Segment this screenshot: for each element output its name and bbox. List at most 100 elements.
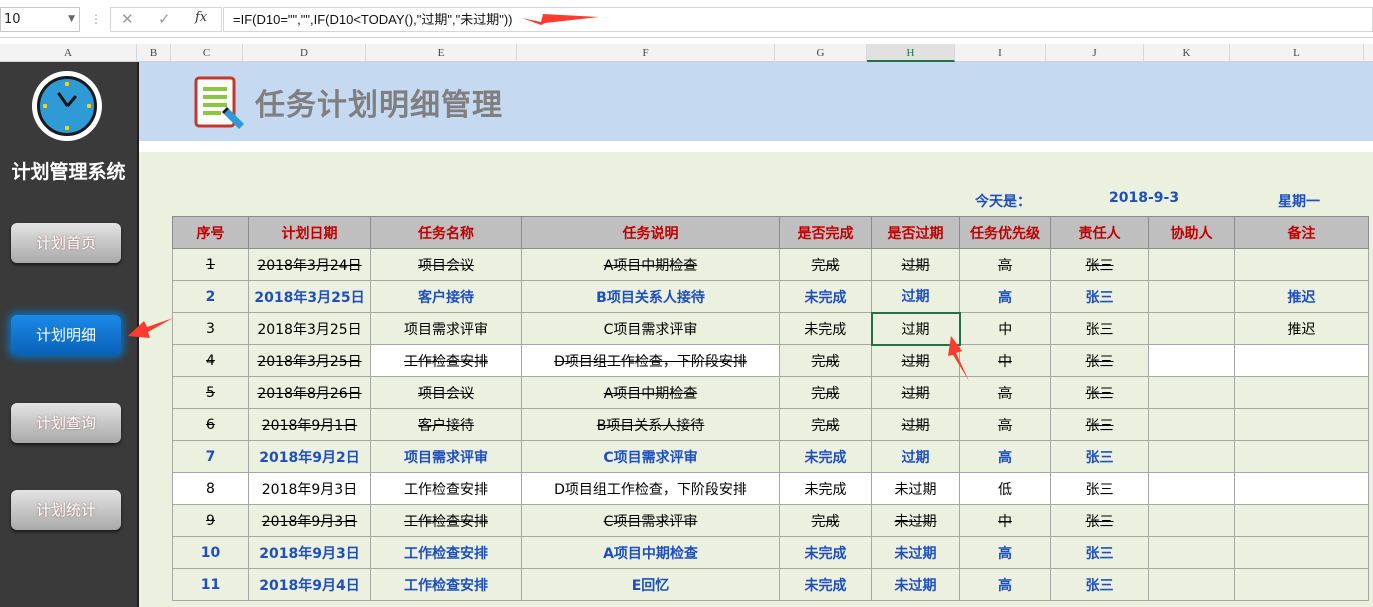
column-header-g[interactable]: G (775, 44, 867, 62)
cell-done[interactable]: 未完成 (779, 312, 872, 345)
cell-helper[interactable] (1148, 472, 1235, 505)
cell-desc[interactable]: A项目中期检查 (521, 376, 780, 409)
cell-helper[interactable] (1148, 376, 1235, 409)
cell-date[interactable]: 2018年3月24日 (248, 248, 371, 281)
cell-priority[interactable]: 高 (959, 376, 1051, 409)
cell-done[interactable]: 完成 (779, 408, 872, 441)
cell-done[interactable]: 未完成 (779, 472, 872, 505)
cell-done[interactable]: 完成 (779, 344, 872, 377)
cell-helper[interactable] (1148, 440, 1235, 473)
cell-expired[interactable]: 过期 (871, 440, 960, 473)
cell-helper[interactable] (1148, 536, 1235, 569)
cell-expired[interactable]: 未过期 (871, 568, 960, 601)
cell-expired[interactable]: 过期 (871, 344, 960, 377)
column-header-h[interactable]: H (867, 44, 955, 62)
cell-no[interactable]: 3 (172, 312, 249, 345)
cell-priority[interactable]: 高 (959, 408, 1051, 441)
header-date[interactable]: 计划日期 (248, 216, 371, 249)
cell-desc[interactable]: A项目中期检查 (521, 536, 780, 569)
cell-owner[interactable]: 张三 (1050, 504, 1149, 537)
cell-owner[interactable]: 张三 (1050, 344, 1149, 377)
cell-name[interactable]: 工作检查安排 (370, 568, 522, 601)
insert-function-icon[interactable]: fx (195, 10, 207, 25)
cell-name[interactable]: 工作检查安排 (370, 472, 522, 505)
name-box[interactable]: 10 ▼ (0, 7, 80, 32)
cell-date[interactable]: 2018年9月3日 (248, 504, 371, 537)
cell-expired[interactable]: 未过期 (871, 504, 960, 537)
cell-owner[interactable]: 张三 (1050, 376, 1149, 409)
cell-desc[interactable]: D项目组工作检查，下阶段安排 (521, 344, 780, 377)
cell-expired[interactable]: 过期 (871, 248, 960, 281)
cell-priority[interactable]: 低 (959, 472, 1051, 505)
cell-no[interactable]: 11 (172, 568, 249, 601)
header-done[interactable]: 是否完成 (779, 216, 872, 249)
cell-note[interactable] (1234, 568, 1369, 601)
cell-helper[interactable] (1148, 312, 1235, 345)
cell-note[interactable] (1234, 472, 1369, 505)
cell-expired[interactable]: 未过期 (871, 472, 960, 505)
cell-no[interactable]: 2 (172, 280, 249, 313)
cell-desc[interactable]: B项目关系人接待 (521, 280, 780, 313)
cell-owner[interactable]: 张三 (1050, 408, 1149, 441)
cell-date[interactable]: 2018年3月25日 (248, 312, 371, 345)
cell-desc[interactable]: C项目需求评审 (521, 312, 780, 345)
cell-priority[interactable]: 高 (959, 440, 1051, 473)
header-owner[interactable]: 责任人 (1050, 216, 1149, 249)
cell-date[interactable]: 2018年3月25日 (248, 280, 371, 313)
cell-note[interactable] (1234, 344, 1369, 377)
cell-name[interactable]: 客户接待 (370, 408, 522, 441)
cell-helper[interactable] (1148, 280, 1235, 313)
nav-detail-button[interactable]: 计划明细 (11, 315, 121, 355)
cell-name[interactable]: 项目需求评审 (370, 312, 522, 345)
cell-name[interactable]: 工作检查安排 (370, 504, 522, 537)
check-icon[interactable]: ✓ (158, 10, 171, 28)
cell-desc[interactable]: A项目中期检查 (521, 248, 780, 281)
cell-no[interactable]: 10 (172, 536, 249, 569)
header-note[interactable]: 备注 (1234, 216, 1369, 249)
cell-owner[interactable]: 张三 (1050, 536, 1149, 569)
cell-owner[interactable]: 张三 (1050, 280, 1149, 313)
cell-note[interactable] (1234, 248, 1369, 281)
cell-priority[interactable]: 中 (959, 344, 1051, 377)
cell-note[interactable] (1234, 408, 1369, 441)
cell-desc[interactable]: C项目需求评审 (521, 504, 780, 537)
cell-done[interactable]: 未完成 (779, 440, 872, 473)
header-desc[interactable]: 任务说明 (521, 216, 780, 249)
cell-priority[interactable]: 中 (959, 504, 1051, 537)
column-header-l[interactable]: L (1230, 44, 1364, 62)
column-header-a[interactable]: A (0, 44, 137, 62)
cell-owner[interactable]: 张三 (1050, 312, 1149, 345)
cell-note[interactable]: 推迟 (1234, 280, 1369, 313)
header-name[interactable]: 任务名称 (370, 216, 522, 249)
column-header-e[interactable]: E (366, 44, 517, 62)
cell-priority[interactable]: 高 (959, 280, 1051, 313)
cell-desc[interactable]: B项目关系人接待 (521, 408, 780, 441)
cell-helper[interactable] (1148, 568, 1235, 601)
cell-date[interactable]: 2018年9月2日 (248, 440, 371, 473)
cell-name[interactable]: 工作检查安排 (370, 344, 522, 377)
cell-no[interactable]: 5 (172, 376, 249, 409)
formula-input[interactable]: =IF(D10="","",IF(D10<TODAY(),"过期","未过期")… (223, 7, 1373, 32)
cell-desc[interactable]: E回忆 (521, 568, 780, 601)
cell-date[interactable]: 2018年8月26日 (248, 376, 371, 409)
cell-note[interactable] (1234, 440, 1369, 473)
column-header-k[interactable]: K (1144, 44, 1230, 62)
cell-priority[interactable]: 高 (959, 568, 1051, 601)
cell-done[interactable]: 未完成 (779, 568, 872, 601)
cell-expired[interactable]: 过期 (871, 280, 960, 313)
cell-date[interactable]: 2018年9月1日 (248, 408, 371, 441)
cell-priority[interactable]: 高 (959, 536, 1051, 569)
header-priority[interactable]: 任务优先级 (959, 216, 1051, 249)
cell-note[interactable] (1234, 536, 1369, 569)
column-header-i[interactable]: I (955, 44, 1046, 62)
nav-stats-button[interactable]: 计划统计 (11, 490, 121, 530)
nav-query-button[interactable]: 计划查询 (11, 403, 121, 443)
cell-no[interactable]: 7 (172, 440, 249, 473)
cell-expired[interactable]: 未过期 (871, 536, 960, 569)
drag-handle-icon[interactable]: ⋮ (90, 9, 102, 29)
cell-no[interactable]: 9 (172, 504, 249, 537)
column-header-b[interactable]: B (137, 44, 171, 62)
cell-done[interactable]: 完成 (779, 376, 872, 409)
chevron-down-icon[interactable]: ▼ (68, 8, 75, 31)
header-expired[interactable]: 是否过期 (871, 216, 960, 249)
